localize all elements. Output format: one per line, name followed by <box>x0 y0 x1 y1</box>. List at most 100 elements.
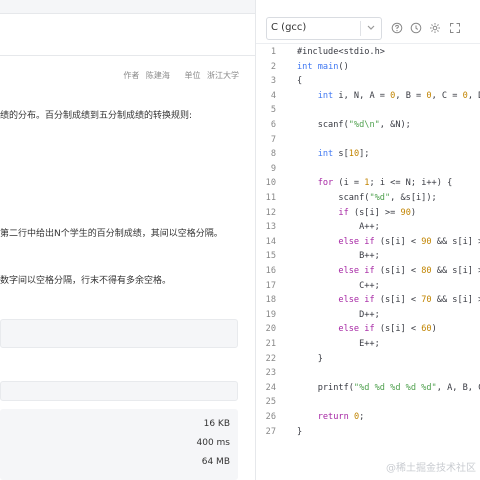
line-number: 3 <box>270 76 276 87</box>
line-number: 1 <box>270 47 276 57</box>
line-number: 11 <box>265 193 276 203</box>
output-spec-line: 数字间以空格分隔，行末不得有多余空格。 <box>0 276 172 286</box>
line-number: 21 <box>265 339 276 349</box>
fullscreen-icon[interactable] <box>449 22 461 34</box>
code-text: else if (s[i] < 80 && s[i] >= <box>338 266 480 276</box>
code-line[interactable]: 17 C++; <box>256 281 480 296</box>
code-line[interactable]: 21 E++; <box>256 339 480 354</box>
problem-description-line: 绩的分布。百分制成绩到五分制成绩的转换规则: <box>0 111 193 121</box>
code-line[interactable]: 8 int s[10]; <box>256 149 480 164</box>
code-text: #include<stdio.h> <box>297 47 385 57</box>
editor-panel: C (gcc) 1 #include<stdio.h> 2 int main() 3{4… <box>256 0 480 480</box>
code-line[interactable]: 1 #include<stdio.h> <box>256 47 480 62</box>
code-line[interactable]: 3{ <box>256 76 480 91</box>
code-line[interactable]: 15 B++; <box>256 251 480 266</box>
code-text: } <box>297 353 323 364</box>
code-line[interactable]: 9 <box>256 164 480 179</box>
line-number: 24 <box>265 382 276 393</box>
code-text: D++; <box>297 309 380 320</box>
line-number: 27 <box>265 426 276 437</box>
code-text: for (i = 1; i <= N; i++) { <box>317 178 453 189</box>
code-text: printf("%d %d %d %d %d", A, B, C, <box>297 382 480 393</box>
settings-icon[interactable] <box>429 22 441 34</box>
line-number: 9 <box>270 163 276 174</box>
code-text: return 0; <box>317 412 365 422</box>
code-line[interactable]: 7 <box>256 135 480 150</box>
code-line[interactable]: 25 <box>256 397 480 412</box>
code-line[interactable]: 27} <box>256 427 480 442</box>
line-number: 14 <box>265 236 276 247</box>
code-line[interactable]: 24 printf("%d %d %d %d %d", A, B, C, <box>256 383 480 398</box>
chevron-down-icon <box>367 21 375 38</box>
problem-meta: 作者 陈建海 单位 浙江大学 <box>119 70 239 81</box>
author-name: 陈建海 <box>145 71 170 80</box>
problem-panel: 作者 陈建海 单位 浙江大学 绩的分布。百分制成绩到五分制成绩的转换规则: 第二… <box>0 0 255 480</box>
code-line[interactable]: 22 } <box>256 354 480 369</box>
code-text: B++; <box>297 251 380 262</box>
code-text: C++; <box>297 280 380 291</box>
code-line[interactable]: 26 return 0; <box>256 412 480 427</box>
code-text: A++; <box>297 222 380 233</box>
code-line[interactable]: 4 int i, N, A = 0, B = 0, C = 0, D <box>256 91 480 106</box>
sample-input-box[interactable] <box>0 319 238 348</box>
code-text: else if (s[i] < 90 && s[i] >= <box>338 236 480 247</box>
line-number: 7 <box>270 134 276 145</box>
sample-output-box[interactable] <box>0 381 238 401</box>
help-icon[interactable] <box>391 22 403 34</box>
line-number: 19 <box>265 309 276 320</box>
code-text: scanf("%d\n", &N); <box>297 120 411 130</box>
unit-name: 浙江大学 <box>207 71 239 80</box>
code-text: else if (s[i] < 60) <box>338 324 437 335</box>
language-select[interactable]: C (gcc) <box>266 17 382 40</box>
code-line[interactable]: 11 scanf("%d", &s[i]); <box>256 193 480 208</box>
line-number: 16 <box>265 266 276 276</box>
code-line[interactable]: 10 for (i = 1; i <= N; i++) { <box>256 178 480 193</box>
watermark-text: @稀土掘金技术社区 <box>386 463 476 474</box>
code-line[interactable]: 6 scanf("%d\n", &N); <box>256 120 480 135</box>
code-text: int main() <box>297 61 349 72</box>
code-line[interactable]: 19 D++; <box>256 310 480 325</box>
time-limit: 400 ms <box>196 438 231 448</box>
language-value: C (gcc) <box>271 22 307 33</box>
code-text: E++; <box>297 339 380 349</box>
code-line[interactable]: 2 int main() <box>256 62 480 77</box>
code-line[interactable]: 5 <box>256 105 480 120</box>
limits-box: 16 KB 400 ms 64 MB <box>0 409 238 480</box>
line-number: 4 <box>270 90 276 101</box>
code-text: int i, N, A = 0, B = 0, C = 0, D <box>317 90 480 101</box>
line-number: 18 <box>265 295 276 306</box>
history-icon[interactable] <box>410 22 422 34</box>
code-line[interactable]: 13 A++; <box>256 222 480 237</box>
code-text: { <box>297 76 303 87</box>
code-line[interactable]: 18 else if (s[i] < 70 && s[i] >= <box>256 295 480 310</box>
code-line[interactable]: 23 <box>256 368 480 383</box>
line-number: 6 <box>270 120 276 130</box>
line-number: 20 <box>265 324 276 335</box>
select-separator <box>360 21 361 36</box>
code-line[interactable]: 14 else if (s[i] < 90 && s[i] >= <box>256 237 480 252</box>
line-number: 25 <box>265 397 276 408</box>
line-number: 26 <box>265 412 276 422</box>
line-number: 15 <box>265 251 276 262</box>
author-label: 作者 <box>123 71 140 80</box>
code-text: } <box>297 426 303 437</box>
line-number: 5 <box>270 105 276 116</box>
unit-label: 单位 <box>184 71 201 80</box>
line-number: 2 <box>270 61 276 72</box>
line-number: 17 <box>265 280 276 291</box>
problem-topbar <box>0 0 255 14</box>
code-line[interactable]: 20 else if (s[i] < 60) <box>256 324 480 339</box>
code-text: scanf("%d", &s[i]); <box>297 193 437 203</box>
editor-toolbar: C (gcc) <box>256 0 480 44</box>
code-text: if (s[i] >= 90) <box>338 207 417 218</box>
code-text: int s[10]; <box>317 149 370 160</box>
code-line[interactable]: 16 else if (s[i] < 80 && s[i] >= <box>256 266 480 281</box>
code-size-limit: 16 KB <box>203 419 230 429</box>
line-number: 10 <box>265 178 276 189</box>
input-spec-line: 第二行中给出N个学生的百分制成绩，其间以空格分隔。 <box>0 229 223 239</box>
line-number: 13 <box>265 222 276 233</box>
line-number: 22 <box>265 353 276 364</box>
line-number: 23 <box>265 368 276 379</box>
problem-header <box>0 14 255 56</box>
code-line[interactable]: 12 if (s[i] >= 90) <box>256 208 480 223</box>
